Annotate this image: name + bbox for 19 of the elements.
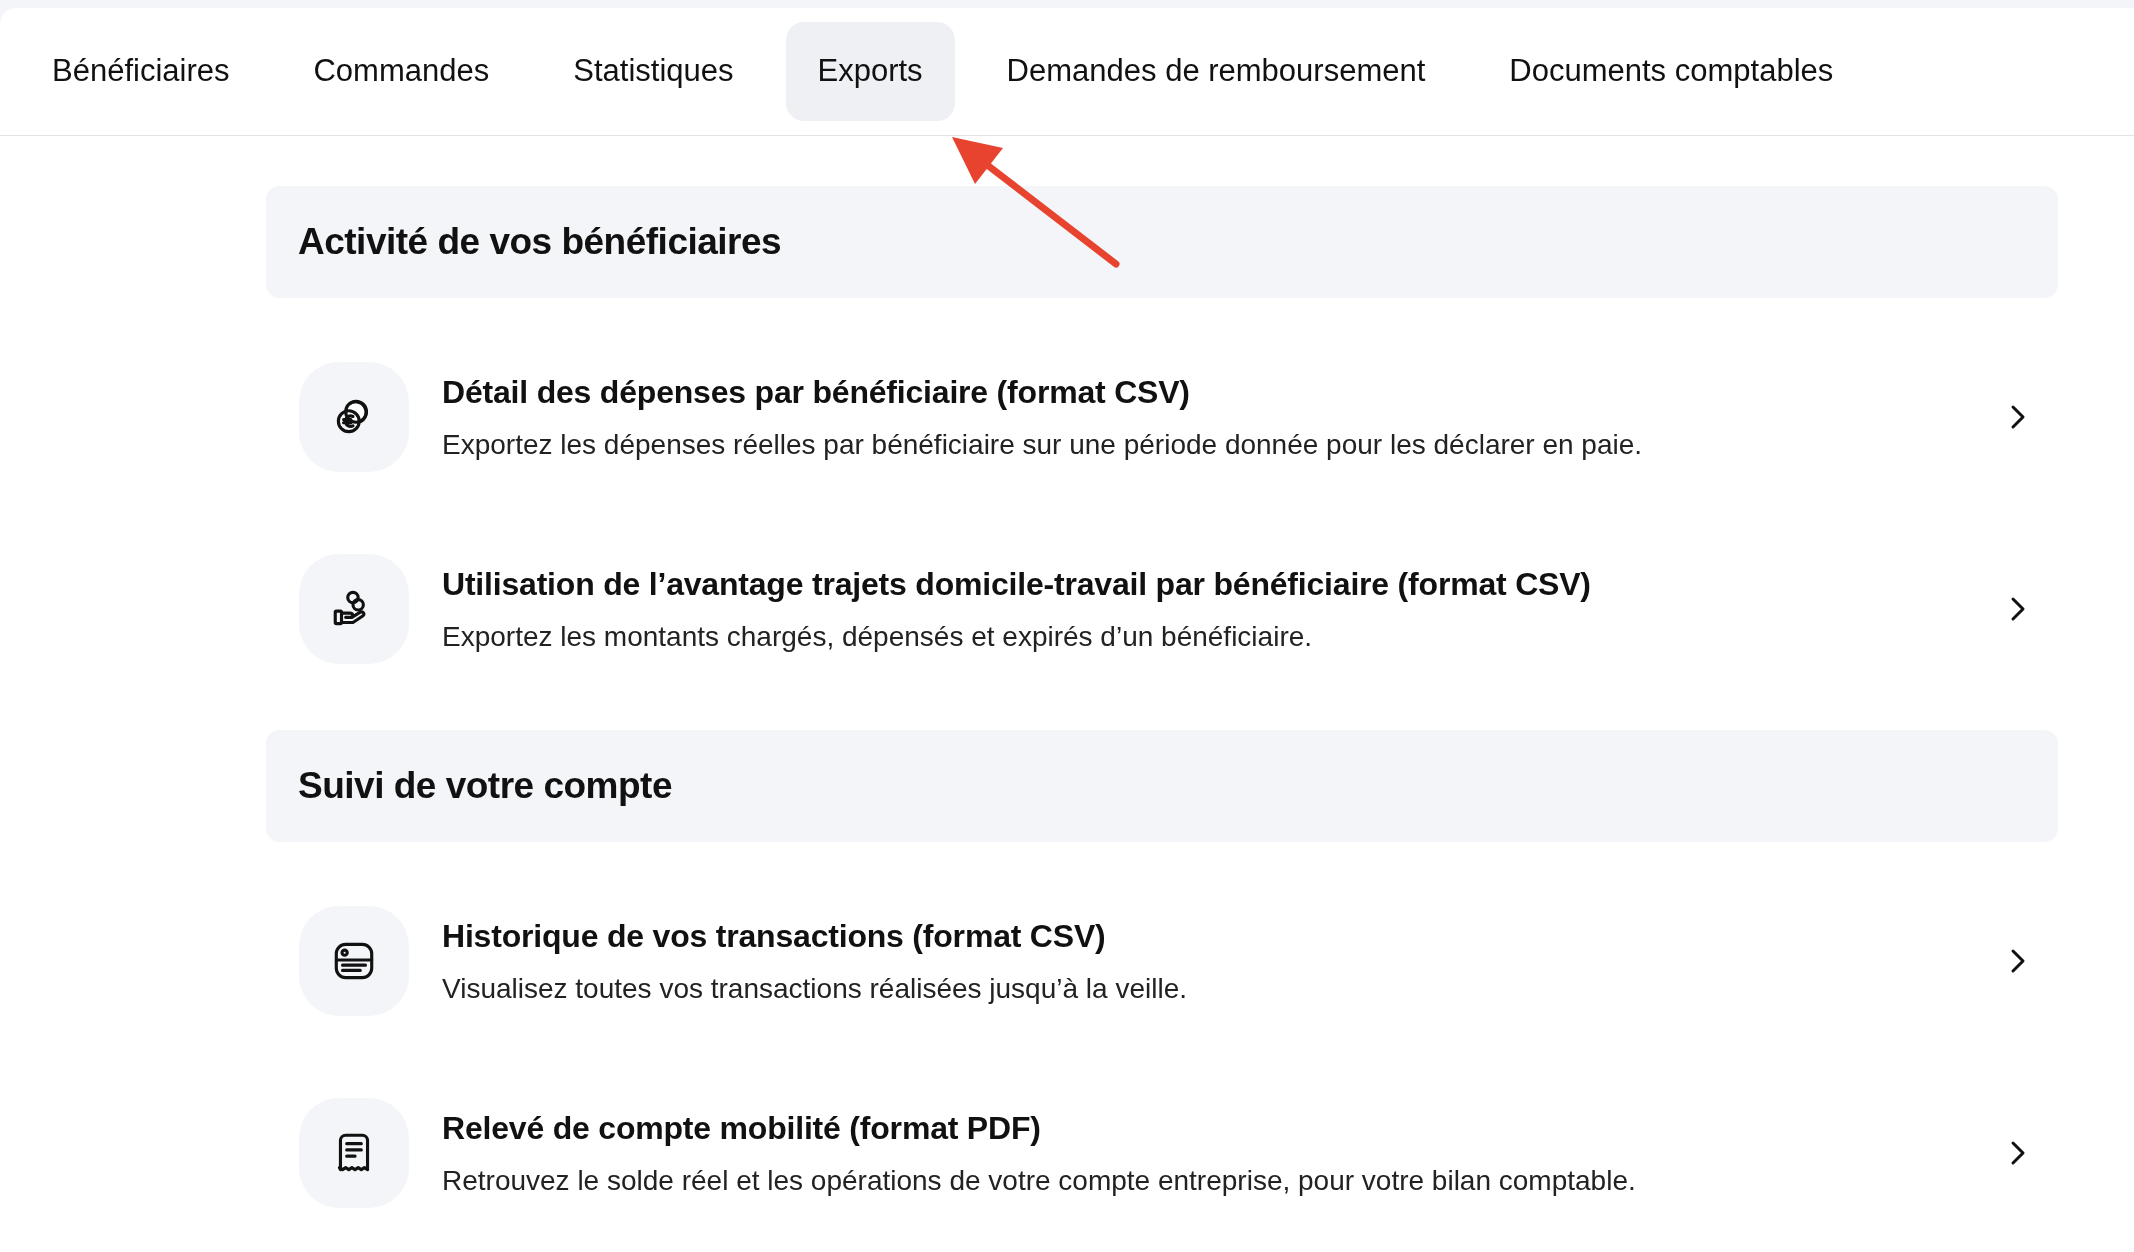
export-description: Exportez les montants chargés, dépensés et expirés d’un bénéficiaire. bbox=[442, 620, 1314, 654]
export-row[interactable]: Relevé de compte mobilité (format PDF) Retrouvez le solde réel et les opérations de votre compte entreprise, pour votre bilan comptable. bbox=[266, 1098, 2058, 1208]
export-row[interactable]: Détail des dépenses par bénéficiaire (format CSV) Exportez les dépenses réelles par bénéficiaire sur une période donnée pour les déclarer en paie. bbox=[266, 362, 2058, 472]
export-row[interactable]: Utilisation de l’avantage trajets domicile-travail par bénéficiaire (format CSV) Exportez les montants chargés, dépensés et expirés d’un bénéficiaire. bbox=[266, 554, 2058, 664]
export-title: Historique de vos transactions (format CSV) bbox=[442, 917, 1107, 956]
export-row[interactable]: Historique de vos transactions (format CSV) Visualisez toutes vos transactions réalisées jusqu’à la veille. bbox=[266, 906, 2058, 1016]
chevron-right-icon bbox=[2010, 948, 2026, 974]
chevron-right-icon bbox=[2010, 1140, 2026, 1166]
export-title: Utilisation de l’avantage trajets domicile-travail par bénéficiaire (format CSV) bbox=[442, 565, 1592, 604]
export-description: Visualisez toutes vos transactions réalisées jusqu’à la veille. bbox=[442, 972, 1188, 1006]
export-title: Détail des dépenses par bénéficiaire (format CSV) bbox=[442, 373, 1191, 412]
export-description: Exportez les dépenses réelles par bénéficiaire sur une période donnée pour les déclarer en paie. bbox=[442, 428, 1644, 462]
chevron-right-icon bbox=[2010, 596, 2026, 622]
chevron-right-icon bbox=[2010, 404, 2026, 430]
section-header: Suivi de votre compte bbox=[266, 730, 2058, 842]
section-header: Activité de vos bénéficiaires bbox=[266, 186, 2058, 298]
export-description: Retrouvez le solde réel et les opérations de votre compte entreprise, pour votre bilan comptable. bbox=[442, 1164, 1637, 1198]
export-title: Relevé de compte mobilité (format PDF) bbox=[442, 1109, 1042, 1148]
tab[interactable]: Exports bbox=[785, 22, 955, 121]
